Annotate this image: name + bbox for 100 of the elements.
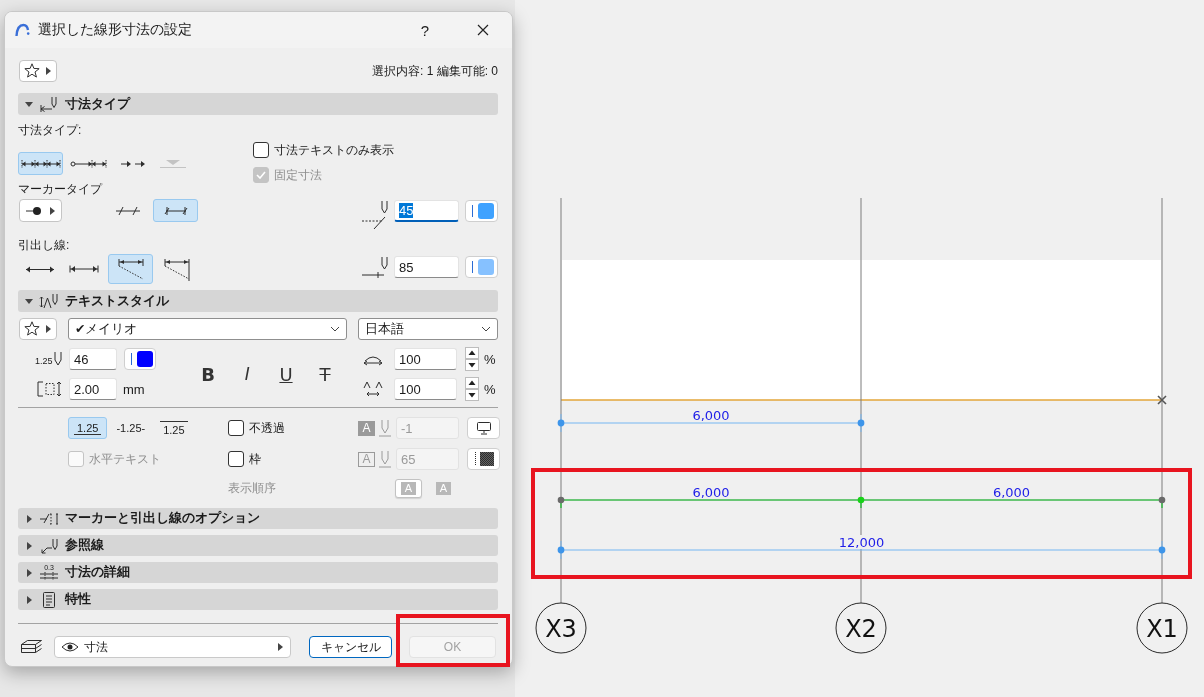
field-label: 引出し線: <box>18 237 71 253</box>
caret-icon <box>25 101 33 107</box>
pattern-swatch-icon <box>472 451 495 467</box>
bold-button[interactable]: B <box>193 360 223 388</box>
eye-icon <box>61 641 79 653</box>
bounded-line-icon <box>69 265 99 273</box>
ruler-icon <box>39 571 59 581</box>
caret-icon <box>27 568 32 577</box>
section-header[interactable]: テキストスタイル <box>18 290 498 312</box>
caret-icon <box>278 643 283 651</box>
axis-bubble <box>535 602 587 654</box>
width-factor-field[interactable]: 100 <box>394 348 457 370</box>
font-dropdown[interactable]: ✔メイリオ <box>68 318 347 340</box>
section-header[interactable]: 参照線 <box>18 535 498 556</box>
pen-number-field[interactable]: 85 <box>394 256 459 278</box>
text-size-field[interactable]: 46 <box>69 348 117 370</box>
dimension-text: 6,000 <box>992 485 1031 500</box>
section-header[interactable]: マーカーと引出し線のオプション <box>18 508 498 529</box>
checkbox-label: 寸法テキストのみ表示 <box>274 141 394 159</box>
letter-spacing-icon <box>362 380 384 398</box>
leader-line-icon <box>39 536 59 555</box>
checkbox[interactable] <box>253 142 269 158</box>
star-icon <box>24 321 40 337</box>
star-icon <box>24 63 40 79</box>
tick-marker-icon <box>163 204 188 217</box>
text-height-field[interactable]: 2.00 <box>69 378 117 400</box>
icon-caption: 1.25 <box>35 357 53 366</box>
dimension-line[interactable] <box>557 413 865 433</box>
checkbox-label: 固定寸法 <box>274 166 322 184</box>
window-title: 選択した線形寸法の設定 <box>38 21 193 39</box>
checkbox[interactable] <box>228 451 244 467</box>
marker-dot-icon <box>25 205 42 216</box>
text-color-button[interactable] <box>124 348 156 370</box>
monitor-icon <box>475 421 492 435</box>
help-button[interactable]: ? <box>402 15 448 45</box>
marker-dropdown[interactable] <box>19 199 62 222</box>
checkbox-label: 枠 <box>249 450 261 468</box>
text-anchor-option[interactable]: 1.25 <box>68 417 108 439</box>
italic-button[interactable]: I <box>232 360 262 388</box>
spacing-field[interactable]: 100 <box>394 378 457 400</box>
close-icon <box>477 24 489 36</box>
pen-color-button[interactable] <box>465 256 498 278</box>
pen-color-button[interactable] <box>465 200 498 222</box>
caret-icon <box>27 514 32 523</box>
chained-dimension-icon <box>20 158 61 169</box>
strikethrough-button[interactable]: T <box>310 360 340 388</box>
section-header[interactable]: 寸法タイプ <box>18 93 498 115</box>
checkbox-label: 水平テキスト <box>89 450 161 468</box>
tall-witness-line-icon <box>163 257 191 281</box>
caret-icon <box>27 595 32 604</box>
pen-size-icon <box>379 450 391 468</box>
text-anchor-option[interactable]: 1.25 <box>154 417 194 439</box>
field-label: 寸法タイプ: <box>18 122 83 138</box>
unit-label: % <box>484 381 496 397</box>
unit-label: % <box>484 351 496 367</box>
pen-number-field[interactable]: 45 <box>394 200 459 222</box>
caret-icon <box>46 325 51 333</box>
pen-weight-icon <box>361 256 389 278</box>
text-frame-icon: A <box>358 451 375 467</box>
level-marker-icon <box>160 158 186 169</box>
screen-only-button[interactable] <box>467 417 500 439</box>
cancel-button[interactable]: キャンセル <box>309 636 392 658</box>
dimension-icon <box>39 95 59 113</box>
text-anchor-option[interactable]: -1.25- <box>110 417 152 439</box>
axis-label: X2 <box>845 615 877 643</box>
pen-weight-icon <box>361 200 389 230</box>
axis-label: X3 <box>545 615 577 643</box>
unit-label: mm <box>123 381 145 397</box>
slash-marker-icon <box>114 205 141 216</box>
favorites-button[interactable] <box>19 318 57 340</box>
dimension-type-option[interactable] <box>18 152 63 175</box>
stepper-icon[interactable] <box>465 347 479 371</box>
stepper-icon[interactable] <box>465 377 479 401</box>
dimension-text: 6,000 <box>692 485 730 500</box>
cumulative-dimension-icon <box>70 158 108 169</box>
text-size-icon <box>39 292 59 310</box>
checkbox[interactable] <box>228 420 244 436</box>
dimension-text: 6,000 <box>692 408 730 423</box>
witness-line-icon <box>116 258 145 280</box>
axis-label: X1 <box>1146 615 1178 643</box>
axis-bubble <box>1136 602 1188 654</box>
caret-icon <box>49 206 55 215</box>
language-dropdown[interactable]: 日本語 <box>358 318 498 340</box>
pen-size-icon <box>52 351 62 367</box>
underline-button[interactable]: U <box>271 360 301 388</box>
chevron-down-icon <box>330 326 340 332</box>
layers-icon <box>20 638 44 656</box>
fill-pattern-button[interactable] <box>467 448 500 470</box>
arrows-icon <box>120 159 146 168</box>
cross-icon <box>1157 395 1167 405</box>
layer-dropdown[interactable]: 寸法 <box>54 636 291 658</box>
field-label: マーカータイプ <box>18 181 104 197</box>
marker-type-option[interactable] <box>153 199 198 222</box>
section-header[interactable]: 特性 <box>18 589 498 610</box>
favorites-button[interactable] <box>19 60 57 82</box>
axis-bubble <box>835 602 887 654</box>
pen-size-icon <box>379 419 391 437</box>
checkmark-icon <box>256 171 266 179</box>
caret-icon <box>25 298 33 304</box>
checkbox-label: 不透過 <box>249 419 285 437</box>
